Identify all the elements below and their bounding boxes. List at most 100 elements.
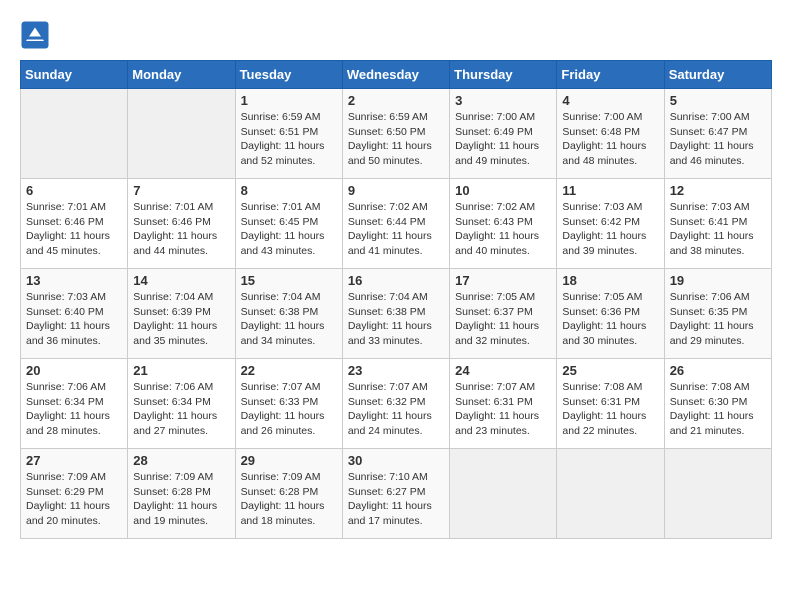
day-number: 6: [26, 183, 122, 198]
calendar-cell: 25 Sunrise: 7:08 AMSunset: 6:31 PMDayligh…: [557, 359, 664, 449]
cell-details: Sunrise: 7:06 AMSunset: 6:34 PMDaylight:…: [133, 381, 217, 437]
day-number: 14: [133, 273, 229, 288]
calendar-cell: 8 Sunrise: 7:01 AMSunset: 6:45 PMDaylight…: [235, 179, 342, 269]
calendar-cell: 26Sunrise: 7:08 AMSunset: 6:30 PMDayligh…: [664, 359, 771, 449]
day-number: 20: [26, 363, 122, 378]
cell-details: Sunrise: 7:02 AMSunset: 6:44 PMDaylight:…: [348, 201, 432, 257]
day-number: 10: [455, 183, 551, 198]
day-number: 5: [670, 93, 766, 108]
day-number: 3: [455, 93, 551, 108]
day-number: 9: [348, 183, 444, 198]
day-number: 1: [241, 93, 337, 108]
calendar-cell: 21 Sunrise: 7:06 AMSunset: 6:34 PMDayligh…: [128, 359, 235, 449]
calendar-week-2: 6Sunrise: 7:01 AMSunset: 6:46 PMDaylight…: [21, 179, 772, 269]
calendar-table: SundayMondayTuesdayWednesdayThursdayFrid…: [20, 60, 772, 539]
calendar-cell: 20 Sunrise: 7:06 AMSunset: 6:34 PMDayligh…: [21, 359, 128, 449]
day-number: 27: [26, 453, 122, 468]
page-header: [20, 20, 772, 50]
cell-details: Sunrise: 7:04 AMSunset: 6:38 PMDaylight:…: [348, 291, 432, 347]
calendar-cell: 29 Sunrise: 7:09 AMSunset: 6:28 PMDayligh…: [235, 449, 342, 539]
calendar-cell: [21, 89, 128, 179]
logo-icon: [20, 20, 50, 50]
calendar-cell: 11 Sunrise: 7:03 AMSunset: 6:42 PMDayligh…: [557, 179, 664, 269]
calendar-week-5: 27Sunrise: 7:09 AMSunset: 6:29 PMDayligh…: [21, 449, 772, 539]
cell-details: Sunrise: 7:10 AMSunset: 6:27 PMDaylight:…: [348, 471, 432, 527]
day-number: 16: [348, 273, 444, 288]
day-number: 15: [241, 273, 337, 288]
calendar-cell: [450, 449, 557, 539]
cell-details: Sunrise: 7:07 AMSunset: 6:33 PMDaylight:…: [241, 381, 325, 437]
day-number: 28: [133, 453, 229, 468]
day-header-monday: Monday: [128, 61, 235, 89]
day-number: 30: [348, 453, 444, 468]
calendar-cell: 23Sunrise: 7:07 AMSunset: 6:32 PMDayligh…: [342, 359, 449, 449]
cell-details: Sunrise: 7:09 AMSunset: 6:28 PMDaylight:…: [133, 471, 217, 527]
calendar-cell: 30 Sunrise: 7:10 AMSunset: 6:27 PMDayligh…: [342, 449, 449, 539]
day-header-saturday: Saturday: [664, 61, 771, 89]
day-header-wednesday: Wednesday: [342, 61, 449, 89]
cell-details: Sunrise: 7:00 AMSunset: 6:47 PMDaylight:…: [670, 111, 754, 167]
calendar-cell: 6Sunrise: 7:01 AMSunset: 6:46 PMDaylight…: [21, 179, 128, 269]
cell-details: Sunrise: 7:02 AMSunset: 6:43 PMDaylight:…: [455, 201, 539, 257]
cell-details: Sunrise: 7:03 AMSunset: 6:40 PMDaylight:…: [26, 291, 110, 347]
cell-details: Sunrise: 7:03 AMSunset: 6:41 PMDaylight:…: [670, 201, 754, 257]
cell-details: Sunrise: 7:07 AMSunset: 6:31 PMDaylight:…: [455, 381, 539, 437]
day-number: 2: [348, 93, 444, 108]
calendar-cell: [128, 89, 235, 179]
cell-details: Sunrise: 7:01 AMSunset: 6:45 PMDaylight:…: [241, 201, 325, 257]
calendar-cell: [664, 449, 771, 539]
cell-details: Sunrise: 7:08 AMSunset: 6:31 PMDaylight:…: [562, 381, 646, 437]
calendar-cell: 16 Sunrise: 7:04 AMSunset: 6:38 PMDayligh…: [342, 269, 449, 359]
day-number: 18: [562, 273, 658, 288]
cell-details: Sunrise: 7:04 AMSunset: 6:39 PMDaylight:…: [133, 291, 217, 347]
day-number: 22: [241, 363, 337, 378]
day-header-friday: Friday: [557, 61, 664, 89]
calendar-week-3: 13 Sunrise: 7:03 AMSunset: 6:40 PMDayligh…: [21, 269, 772, 359]
day-number: 13: [26, 273, 122, 288]
day-number: 12: [670, 183, 766, 198]
day-number: 7: [133, 183, 229, 198]
day-number: 29: [241, 453, 337, 468]
calendar-cell: 3 Sunrise: 7:00 AMSunset: 6:49 PMDaylight…: [450, 89, 557, 179]
day-number: 8: [241, 183, 337, 198]
calendar-cell: 22 Sunrise: 7:07 AMSunset: 6:33 PMDayligh…: [235, 359, 342, 449]
calendar-cell: 19 Sunrise: 7:06 AMSunset: 6:35 PMDayligh…: [664, 269, 771, 359]
calendar-week-4: 20 Sunrise: 7:06 AMSunset: 6:34 PMDayligh…: [21, 359, 772, 449]
cell-details: Sunrise: 7:07 AMSunset: 6:32 PMDaylight:…: [348, 381, 432, 437]
cell-details: Sunrise: 7:00 AMSunset: 6:48 PMDaylight:…: [562, 111, 646, 167]
calendar-cell: 28 Sunrise: 7:09 AMSunset: 6:28 PMDayligh…: [128, 449, 235, 539]
calendar-cell: [557, 449, 664, 539]
calendar-cell: 27Sunrise: 7:09 AMSunset: 6:29 PMDayligh…: [21, 449, 128, 539]
day-number: 4: [562, 93, 658, 108]
cell-details: Sunrise: 6:59 AMSunset: 6:50 PMDaylight:…: [348, 111, 432, 167]
logo: [20, 20, 54, 50]
calendar-cell: 13 Sunrise: 7:03 AMSunset: 6:40 PMDayligh…: [21, 269, 128, 359]
cell-details: Sunrise: 6:59 AMSunset: 6:51 PMDaylight:…: [241, 111, 325, 167]
calendar-cell: 4 Sunrise: 7:00 AMSunset: 6:48 PMDaylight…: [557, 89, 664, 179]
calendar-cell: 1 Sunrise: 6:59 AMSunset: 6:51 PMDaylight…: [235, 89, 342, 179]
calendar-cell: 17Sunrise: 7:05 AMSunset: 6:37 PMDayligh…: [450, 269, 557, 359]
calendar-cell: 12 Sunrise: 7:03 AMSunset: 6:41 PMDayligh…: [664, 179, 771, 269]
day-number: 19: [670, 273, 766, 288]
cell-details: Sunrise: 7:09 AMSunset: 6:28 PMDaylight:…: [241, 471, 325, 527]
cell-details: Sunrise: 7:00 AMSunset: 6:49 PMDaylight:…: [455, 111, 539, 167]
calendar-cell: 7Sunrise: 7:01 AMSunset: 6:46 PMDaylight…: [128, 179, 235, 269]
cell-details: Sunrise: 7:05 AMSunset: 6:36 PMDaylight:…: [562, 291, 646, 347]
day-number: 21: [133, 363, 229, 378]
day-number: 26: [670, 363, 766, 378]
cell-details: Sunrise: 7:06 AMSunset: 6:35 PMDaylight:…: [670, 291, 754, 347]
cell-details: Sunrise: 7:04 AMSunset: 6:38 PMDaylight:…: [241, 291, 325, 347]
cell-details: Sunrise: 7:06 AMSunset: 6:34 PMDaylight:…: [26, 381, 110, 437]
cell-details: Sunrise: 7:05 AMSunset: 6:37 PMDaylight:…: [455, 291, 539, 347]
calendar-cell: 15 Sunrise: 7:04 AMSunset: 6:38 PMDayligh…: [235, 269, 342, 359]
calendar-cell: 9 Sunrise: 7:02 AMSunset: 6:44 PMDaylight…: [342, 179, 449, 269]
day-number: 11: [562, 183, 658, 198]
calendar-cell: 24 Sunrise: 7:07 AMSunset: 6:31 PMDayligh…: [450, 359, 557, 449]
day-number: 25: [562, 363, 658, 378]
calendar-header-row: SundayMondayTuesdayWednesdayThursdayFrid…: [21, 61, 772, 89]
calendar-cell: 5 Sunrise: 7:00 AMSunset: 6:47 PMDaylight…: [664, 89, 771, 179]
calendar-cell: 14 Sunrise: 7:04 AMSunset: 6:39 PMDayligh…: [128, 269, 235, 359]
cell-details: Sunrise: 7:03 AMSunset: 6:42 PMDaylight:…: [562, 201, 646, 257]
day-number: 24: [455, 363, 551, 378]
day-header-thursday: Thursday: [450, 61, 557, 89]
